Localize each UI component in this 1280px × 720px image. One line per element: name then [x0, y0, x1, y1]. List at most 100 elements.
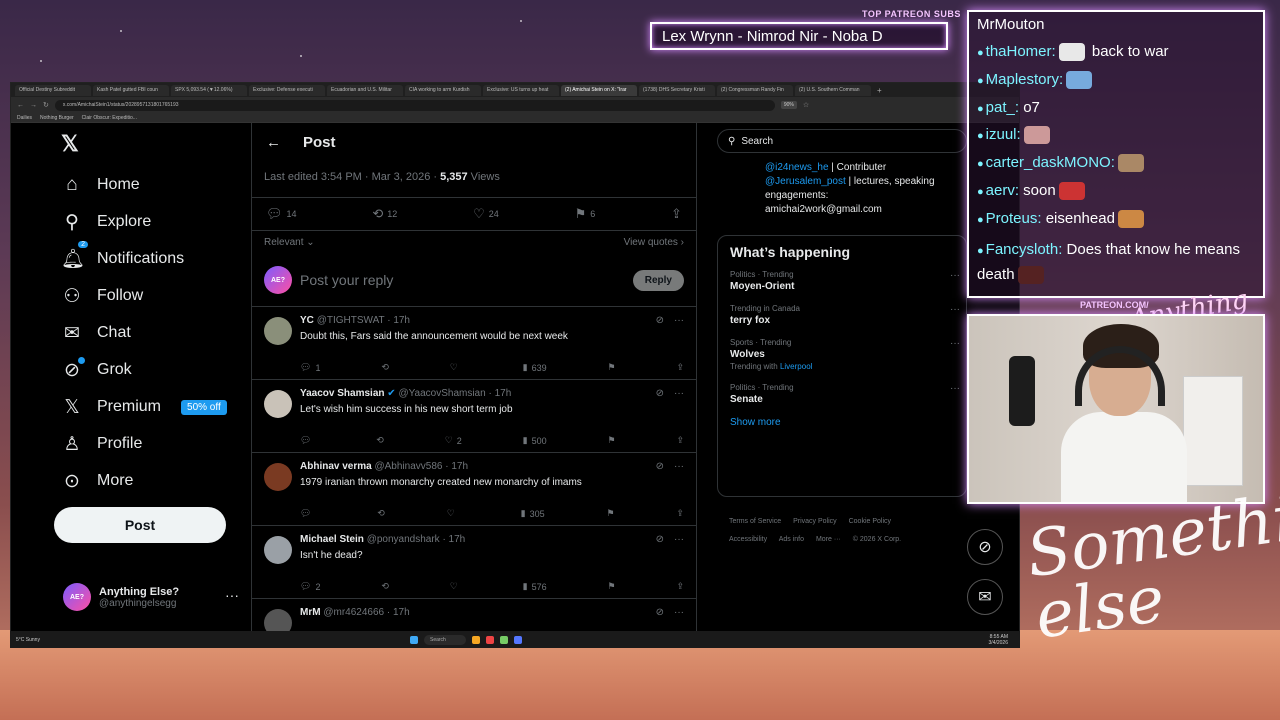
repost-action[interactable]: ⟲ — [381, 362, 389, 373]
trend-item[interactable]: Politics · Trending Senate ··· — [730, 383, 960, 405]
browser-tab[interactable]: (2) U.S. Southern Comman — [795, 84, 871, 96]
grok-icon[interactable]: ⊘ — [656, 534, 664, 545]
nav-profile[interactable]: ♙ Profile — [61, 428, 142, 460]
repost-action[interactable]: ⟲ — [377, 508, 385, 519]
grok-float-button[interactable]: ⊘ — [967, 529, 1003, 565]
browser-tab[interactable]: Kash Patel gutted FBI coun — [93, 84, 169, 96]
bookmark-action[interactable]: ⚑ — [606, 508, 614, 519]
account-switcher[interactable]: AE? Anything Else? @anythingelsegg ··· — [63, 577, 243, 617]
repost-action[interactable]: ⟲ 12 — [372, 206, 397, 222]
more-dots-icon[interactable]: ··· — [674, 315, 684, 326]
trend-related-link[interactable]: Liverpool — [780, 362, 812, 371]
reply-item[interactable]: Yaacov Shamsian ✔ @YaacovShamsian · 17h L… — [252, 380, 696, 453]
like-action[interactable]: ♡ — [450, 362, 462, 373]
reply-item[interactable]: Abhinav verma @Abhinavv586 · 17h 1979 ira… — [252, 453, 696, 526]
browser-tab[interactable]: SPX 5,093.54 (▼12.06%) — [171, 84, 247, 96]
trend-item[interactable]: Sports · Trending Wolves Trending with Liv… — [730, 338, 960, 371]
share-action[interactable]: ⇪ — [676, 362, 684, 373]
app-icon[interactable] — [499, 635, 508, 644]
repost-action[interactable]: ⟲ — [376, 435, 384, 446]
grok-icon[interactable]: ⊘ — [656, 461, 664, 472]
repost-action[interactable]: ⟲ — [381, 581, 389, 592]
reply-action[interactable]: 💬︎ 2 — [300, 581, 320, 592]
reply-author-name[interactable]: Yaacov Shamsian — [300, 388, 385, 399]
nav-chat[interactable]: ✉ Chat — [61, 317, 131, 349]
share-action[interactable]: ⇪ — [676, 508, 684, 519]
bio-link[interactable]: @i24news_he — [765, 162, 829, 173]
more-dots-icon[interactable]: ··· — [225, 587, 239, 603]
chat-float-button[interactable]: ✉ — [967, 579, 1003, 615]
grok-icon[interactable]: ⊘ — [656, 388, 664, 399]
more-dots-icon[interactable]: ··· — [674, 461, 684, 472]
nav-follow[interactable]: ⚇ Follow — [61, 280, 143, 312]
post-button[interactable]: Post — [54, 507, 226, 543]
like-action[interactable]: ♡ 2 — [445, 435, 462, 446]
views-action[interactable]: ▮ 500 — [523, 435, 547, 446]
bookmark-action[interactable]: ⚑ — [608, 581, 616, 592]
avatar[interactable] — [264, 463, 292, 491]
reply-item[interactable]: YC @TIGHTSWAT · 17h Doubt this, Fars said… — [252, 307, 696, 380]
browser-tab[interactable]: Ecuadorian and U.S. Militar — [327, 84, 403, 96]
bookmark-item[interactable]: Clair Obscur: Expeditio... — [82, 115, 137, 121]
views-action[interactable]: ▮ 576 — [523, 581, 547, 592]
browser-tab[interactable]: Exclusive: US turns up heat — [483, 84, 559, 96]
view-quotes-link[interactable]: View quotes › — [624, 237, 684, 248]
share-action[interactable]: ⇪ — [676, 581, 684, 592]
reload-icon[interactable]: ↻ — [43, 101, 49, 109]
footer-link[interactable]: More ··· — [816, 536, 841, 543]
footer-link[interactable]: Cookie Policy — [849, 518, 891, 525]
app-icon[interactable] — [513, 635, 522, 644]
trend-item[interactable]: Trending in Canada terry fox ··· — [730, 304, 960, 326]
browser-tab[interactable]: Exclusive: Defense executi — [249, 84, 325, 96]
weather-widget[interactable]: 5°C Sunny — [16, 637, 40, 643]
search-input[interactable]: ⚲ Search — [717, 129, 967, 153]
new-tab-icon[interactable]: + — [873, 86, 886, 95]
footer-link[interactable]: Accessibility — [729, 536, 767, 543]
nav-explore[interactable]: ⚲ Explore — [61, 206, 151, 238]
grok-icon[interactable]: ⊘ — [656, 315, 664, 326]
avatar[interactable] — [264, 390, 292, 418]
show-more-link[interactable]: Show more — [730, 417, 954, 428]
browser-tab[interactable]: (2) Congressman Randy Fin — [717, 84, 793, 96]
taskbar-search[interactable]: Search — [424, 634, 466, 645]
bookmark-action[interactable]: ⚑ — [608, 362, 616, 373]
url-field[interactable]: x.com/AmichaiStein1/status/2028957131801… — [54, 99, 775, 111]
avatar[interactable] — [264, 536, 292, 564]
reply-button[interactable]: Reply — [632, 269, 684, 291]
more-dots-icon[interactable]: ··· — [674, 534, 684, 545]
reply-author-name[interactable]: Michael Stein — [300, 534, 364, 545]
app-icon[interactable] — [485, 635, 494, 644]
more-dots-icon[interactable]: ··· — [674, 388, 684, 399]
bookmark-action[interactable]: ⚑ — [608, 435, 616, 446]
nav-premium[interactable]: 𝕏 Premium 50% off — [61, 391, 227, 423]
nav-home[interactable]: ⌂ Home — [61, 169, 139, 201]
views-action[interactable]: ▮ 305 — [521, 508, 545, 519]
clock[interactable]: 8:55 AM 3/4/2026 — [989, 634, 1008, 646]
trend-item[interactable]: Politics · Trending Moyen-Orient ··· — [730, 270, 960, 292]
footer-link[interactable]: Ads info — [779, 536, 804, 543]
more-dots-icon[interactable]: ··· — [674, 607, 684, 618]
bio-link[interactable]: @Jerusalem_post — [765, 176, 846, 187]
more-dots-icon[interactable]: ··· — [950, 270, 960, 281]
avatar[interactable] — [264, 317, 292, 345]
bookmark-action[interactable]: ⚑ 6 — [575, 206, 596, 222]
back-arrow-icon[interactable]: ← — [266, 134, 281, 151]
grok-icon[interactable]: ⊘ — [656, 607, 664, 618]
reply-action[interactable]: 💬︎ 1 — [300, 362, 320, 373]
app-icon[interactable] — [471, 635, 480, 644]
nav-grok[interactable]: ⊘ Grok — [61, 354, 132, 386]
reply-author-name[interactable]: MrM — [300, 607, 321, 618]
windows-start-icon[interactable] — [410, 635, 418, 644]
reply-input[interactable]: Post your reply — [300, 272, 625, 288]
browser-tab[interactable]: CIA working to arm Kurdish — [405, 84, 481, 96]
like-action[interactable]: ♡ 24 — [473, 206, 499, 222]
footer-link[interactable]: Terms of Service — [729, 518, 781, 525]
back-nav-icon[interactable]: ← — [17, 102, 24, 109]
browser-tab[interactable]: (1738) DHS Secretary Kristi — [639, 84, 715, 96]
nav-more[interactable]: ⊙ More — [61, 465, 133, 497]
nav-notifications[interactable]: 🔔︎ 2 Notifications — [61, 241, 184, 275]
browser-tab[interactable]: Official Destiny Subreddit — [15, 84, 91, 96]
reply-action[interactable]: 💬︎ — [300, 508, 315, 519]
more-dots-icon[interactable]: ··· — [950, 383, 960, 394]
more-dots-icon[interactable]: ··· — [950, 338, 960, 349]
